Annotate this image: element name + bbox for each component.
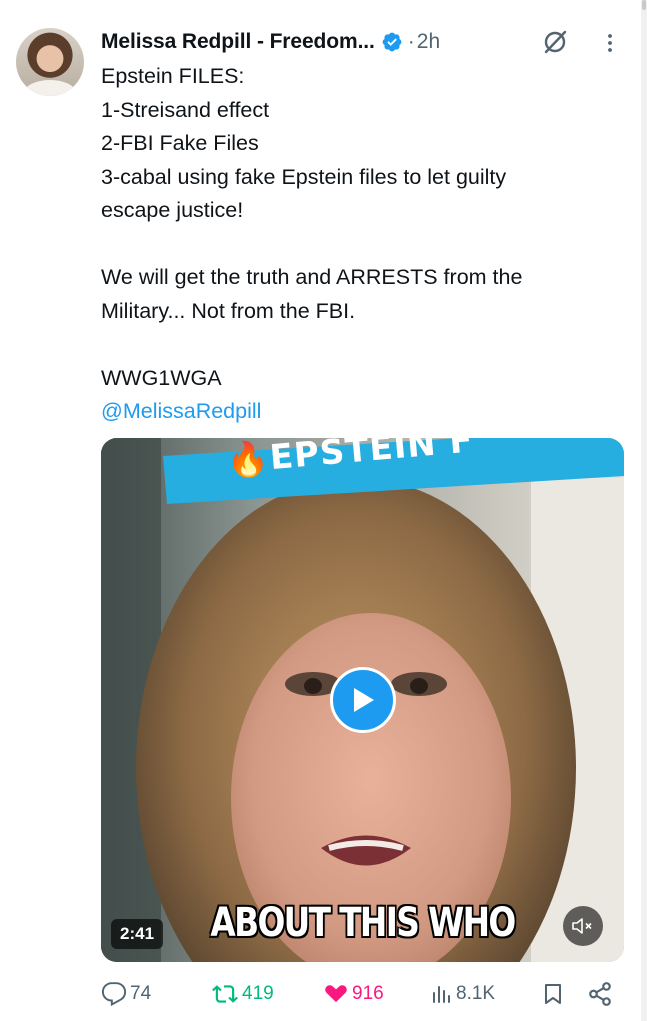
repost-icon (212, 985, 238, 1003)
fire-emoji-icon: 🔥 (225, 438, 272, 482)
tweet-line: We will get the truth and ARRESTS from t… (101, 265, 523, 289)
tweet-line: 1-Streisand effect (101, 97, 270, 122)
muted-speaker-icon (572, 918, 592, 934)
views-icon (433, 986, 450, 1003)
share-icon (589, 982, 611, 1006)
grok-icon[interactable] (541, 28, 569, 56)
like-count: 916 (352, 983, 384, 1004)
scrollbar[interactable] (641, 0, 647, 1021)
reply-button[interactable]: 74 (101, 978, 151, 1010)
share-button[interactable] (587, 978, 613, 1010)
timestamp-separator: · (407, 30, 415, 53)
tweet-line: escape justice! (101, 198, 244, 222)
more-options-icon[interactable] (602, 32, 618, 54)
scrollbar-thumb[interactable] (642, 0, 646, 10)
tweet-line: 3-cabal using fake Epstein files to let … (101, 164, 507, 189)
repost-count: 419 (242, 983, 274, 1004)
author-display-name[interactable]: Melissa Redpill - Freedom... (101, 30, 375, 54)
tweet-line: WWG1WGA (101, 365, 222, 390)
reply-icon (101, 982, 127, 1007)
bookmark-button[interactable] (541, 978, 565, 1010)
like-button[interactable]: 916 (323, 978, 384, 1010)
video-player[interactable]: 🔥EPSTEIN F ABOUT THIS WHO 2:41 (101, 438, 624, 962)
tweet-line: 2-FBI Fake Files (101, 131, 259, 155)
video-caption: ABOUT THIS WHO (210, 900, 516, 946)
repost-button[interactable]: 419 (211, 978, 274, 1010)
tweet-body: Epstein FILES: 1-Streisand effect 2-FBI … (101, 60, 621, 429)
tweet-header: Melissa Redpill - Freedom... · 2h (101, 27, 440, 57)
mention-link[interactable]: @MelissaRedpill (101, 395, 621, 429)
verified-badge-icon (382, 32, 402, 52)
tweet-line: Military... Not from the FBI. (101, 298, 356, 323)
views-count: 8.1K (456, 983, 496, 1004)
tweet-timestamp[interactable]: 2h (417, 30, 440, 54)
bookmark-icon (545, 984, 561, 1004)
play-button[interactable] (330, 667, 396, 733)
play-icon (354, 688, 374, 712)
reply-count: 74 (130, 983, 152, 1004)
tweet-line: Epstein FILES: (101, 64, 245, 88)
avatar-shirt (24, 80, 76, 96)
views-button[interactable]: 8.1K (429, 978, 495, 1010)
heart-icon (325, 985, 347, 1003)
engagement-bar: 74 419 916 8.1K (101, 978, 621, 1010)
video-duration: 2:41 (111, 919, 164, 949)
author-avatar[interactable] (16, 28, 84, 96)
mute-button[interactable] (563, 906, 603, 946)
